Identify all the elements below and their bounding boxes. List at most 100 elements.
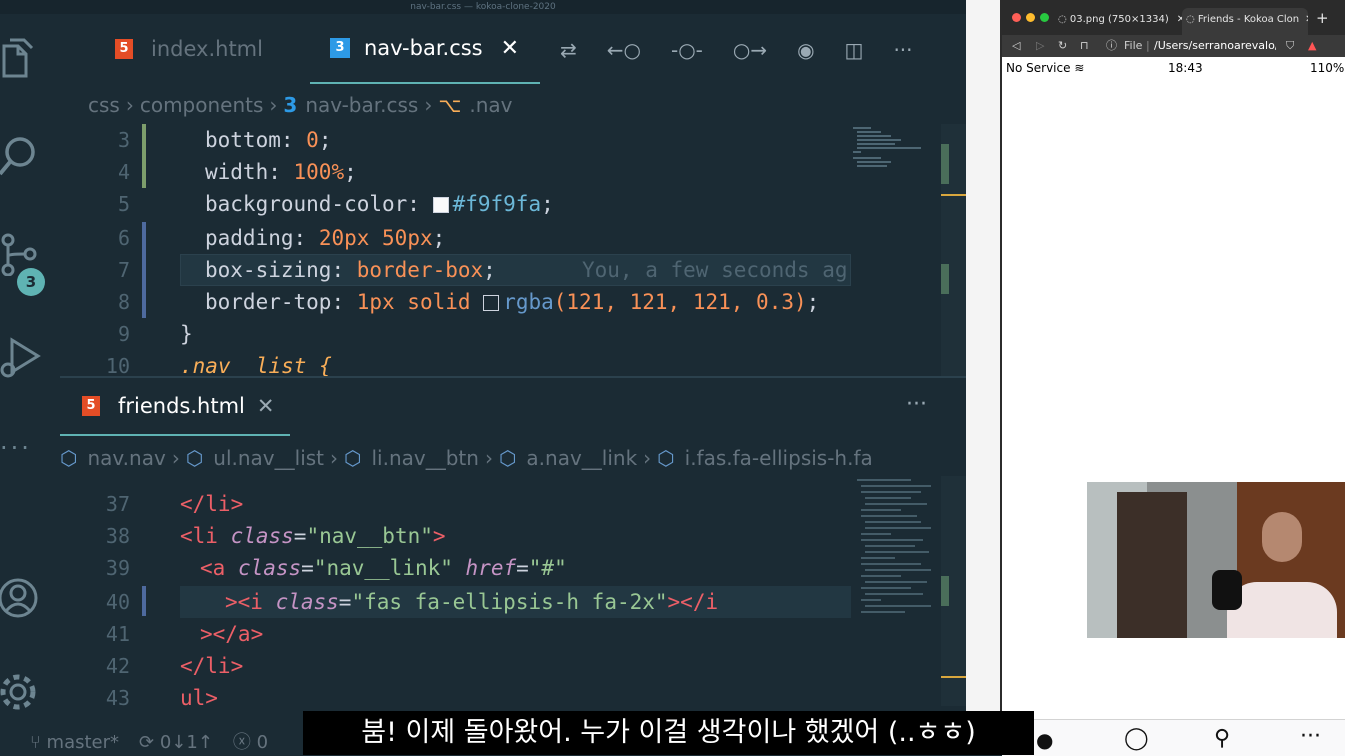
account-icon[interactable] (0, 576, 44, 620)
breadcrumb-item[interactable]: .nav (469, 93, 512, 117)
breadcrumb-item[interactable]: css (88, 93, 120, 117)
color-swatch[interactable] (432, 197, 449, 213)
browser-tab-image[interactable]: ◌ 03.png (750×1334) ✕ (1058, 8, 1182, 32)
code-editor: nav-bar.css — kokoa-clone-2020 3 ··· 5 i… (0, 0, 966, 755)
bookmark-icon[interactable]: ⊓ (1080, 35, 1089, 57)
scroll-marker (941, 576, 949, 606)
html-attr: class (237, 556, 302, 580)
html-string: "#" (528, 556, 567, 580)
line-number: 38 (105, 524, 130, 548)
problems-indicator[interactable]: ⓧ 0 (233, 731, 268, 755)
code-line-8: border-top: 1px solid rgba(121, 121, 121… (205, 290, 820, 314)
browser-tab-friends[interactable]: ◌ Friends - Kokoa Clon ✕ (1182, 8, 1308, 35)
css-value: 1px solid (356, 290, 471, 314)
window-title: nav-bar.css — kokoa-clone-2020 (0, 0, 966, 14)
tab-label: 03.png (750×1334) (1069, 14, 1169, 25)
timeline-icon[interactable]: -○- (671, 38, 703, 62)
sync-count: 0↓1↑ (159, 732, 213, 753)
element-icon: ⬡ (657, 446, 675, 470)
element-icon: ⬡ (344, 446, 362, 470)
close-tab-icon[interactable]: ✕ (501, 36, 519, 61)
run-debug-icon[interactable] (0, 334, 44, 378)
minimize-window-button[interactable] (1026, 13, 1035, 22)
code-line-5: background-color: #f9f9fa; (205, 192, 554, 216)
branch-indicator[interactable]: ⑂ master* (30, 731, 119, 755)
css3-icon: 3 (283, 93, 298, 117)
tab-index-html[interactable]: 5 index.html (115, 14, 263, 84)
html5-icon: 5 (82, 396, 100, 416)
line-number: 41 (105, 622, 130, 646)
breadcrumb-item[interactable]: nav-bar.css (305, 93, 418, 117)
explorer-icon[interactable] (0, 36, 44, 80)
more-icon[interactable]: ··· (0, 434, 32, 462)
new-tab-button[interactable]: + (1316, 9, 1329, 27)
person-icon[interactable]: ● (1036, 728, 1053, 752)
sync-indicator[interactable]: ⟳ 0↓1↑ (139, 731, 213, 755)
scrollbar-top[interactable] (941, 124, 966, 376)
bookshelf (1117, 492, 1187, 638)
person-body (1227, 582, 1337, 638)
selector-icon: ⌥ (438, 93, 462, 117)
split-editor-icon[interactable]: ◫ (845, 38, 864, 62)
line-number: 39 (105, 556, 130, 580)
more-actions-icon[interactable]: ··· (906, 392, 927, 417)
tab-nav-bar-css[interactable]: 3 nav-bar.css ✕ (310, 14, 540, 84)
html-string: "nav__link" (313, 556, 453, 580)
close-tab-icon[interactable]: ✕ (257, 394, 275, 418)
breadcrumb-item[interactable]: nav.nav (87, 446, 165, 470)
branch-icon: ⑂ (30, 732, 47, 753)
brave-shield-icon[interactable]: ⛉ (1286, 35, 1294, 57)
breadcrumb-item[interactable]: components (140, 93, 264, 117)
css-property: background-color (205, 192, 408, 216)
forward-icon[interactable]: ▷ (1036, 35, 1044, 57)
color-swatch[interactable] (483, 295, 500, 311)
html5-icon: 5 (115, 39, 133, 59)
html-attr: href (465, 556, 517, 580)
browser-toolbar: ◁ ▷ ↻ ⊓ ⓘ File | /Users/serranoarevalo/.… (1002, 35, 1345, 57)
breadcrumb-item[interactable]: i.fas.fa-ellipsis-h.fa (685, 446, 873, 470)
line-number: 40 (105, 590, 130, 614)
close-tab-icon[interactable]: ✕ (1305, 14, 1308, 25)
previous-change-icon[interactable]: ←○ (607, 38, 641, 62)
search-icon[interactable] (0, 134, 44, 178)
css-property: bottom (205, 128, 281, 152)
search-icon[interactable]: ⚲ (1214, 726, 1230, 751)
code-line-40: ><i class="fas fa-ellipsis-h fa-2x"></i (225, 590, 719, 614)
scroll-marker (941, 194, 966, 196)
git-modified-marker (142, 586, 146, 616)
breadcrumb-item[interactable]: li.nav__btn (371, 446, 478, 470)
css3-icon: 3 (330, 38, 350, 58)
minimap-top[interactable] (851, 124, 941, 184)
breadcrumb-item[interactable]: a.nav__link (526, 446, 637, 470)
next-change-icon[interactable]: ○→ (733, 38, 767, 62)
info-icon: ⓘ (1106, 39, 1117, 52)
css-property: padding (205, 226, 294, 250)
settings-gear-icon[interactable] (0, 670, 44, 714)
browser-left-margin (966, 0, 1002, 755)
code-line-10: .nav__list { (180, 354, 332, 376)
breadcrumb-item[interactable]: ul.nav__list (213, 446, 324, 470)
scrollbar-bottom[interactable] (941, 476, 966, 706)
chat-bubble-icon[interactable]: ◯ (1124, 726, 1149, 751)
compare-changes-icon[interactable]: ⇄ (560, 38, 577, 62)
more-actions-icon[interactable]: ··· (893, 38, 912, 62)
breadcrumb: ⬡ nav.nav › ⬡ ul.nav__list › ⬡ li.nav__btn… (60, 446, 873, 470)
close-window-button[interactable] (1012, 13, 1021, 22)
html-tag: ><i (225, 590, 276, 614)
tab-friends-html[interactable]: 5 friends.html ✕ (60, 378, 290, 436)
back-icon[interactable]: ◁ (1012, 35, 1020, 57)
address-bar[interactable]: /Users/serranoarevalo/... (1154, 35, 1276, 57)
line-number: 43 (105, 686, 130, 710)
breadcrumb: css › components › 3 nav-bar.css › ⌥ .nav (88, 93, 513, 117)
git-graph-icon[interactable]: ◉ (797, 38, 814, 62)
line-number: 9 (117, 322, 130, 346)
punct: = (293, 524, 307, 548)
minimap-bottom[interactable] (851, 476, 941, 626)
brave-rewards-icon[interactable]: ▲ (1308, 35, 1316, 57)
html-tag: <a (200, 556, 238, 580)
ellipsis-icon[interactable]: ··· (1300, 724, 1321, 749)
maximize-window-button[interactable] (1040, 13, 1049, 22)
top-code-area[interactable] (60, 124, 851, 376)
line-number: 42 (105, 654, 130, 678)
reload-icon[interactable]: ↻ (1058, 35, 1067, 57)
